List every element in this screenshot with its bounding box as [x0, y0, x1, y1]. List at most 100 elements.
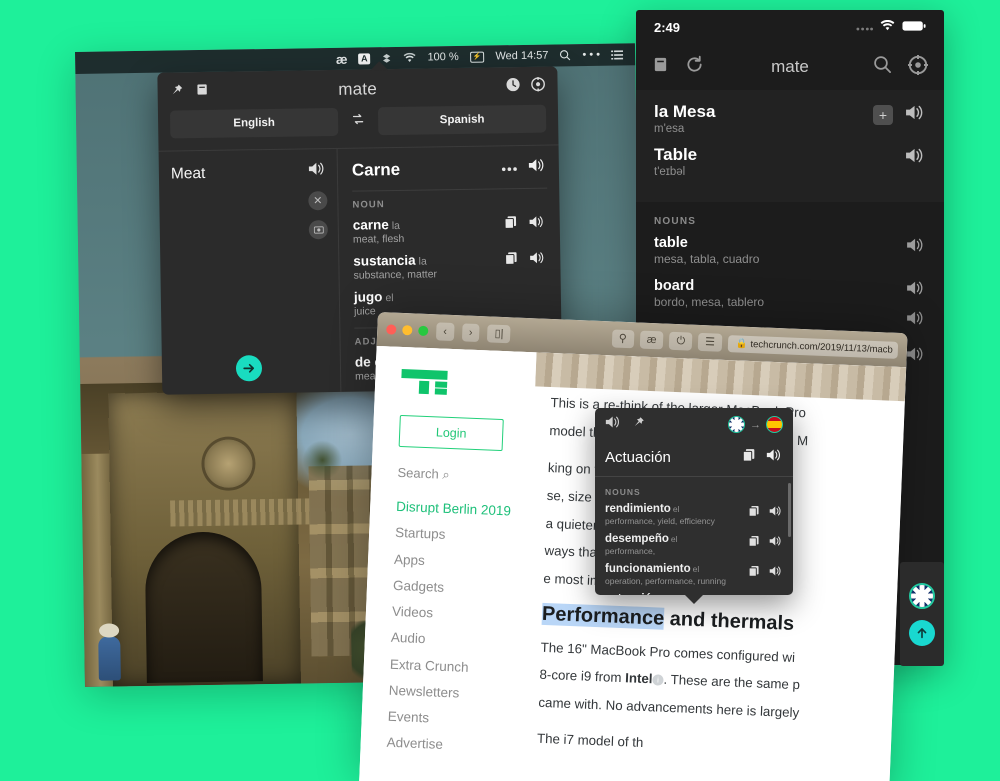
speaker-icon[interactable]	[529, 215, 546, 234]
copy-icon[interactable]	[504, 251, 518, 270]
control-center-icon[interactable]: • • •	[582, 49, 600, 61]
translation-entry[interactable]: sustanciala substance, matter	[353, 251, 548, 282]
traffic-lights[interactable]	[386, 324, 428, 336]
menubar-clock[interactable]: Wed 14:57	[495, 50, 548, 63]
entry-meanings: mesa, tabla, cuadro	[654, 252, 926, 266]
sidebar-item-advertise[interactable]: Advertise	[386, 734, 521, 757]
popover-entry[interactable]: actuaciónla	[605, 593, 783, 595]
speaker-icon[interactable]	[766, 448, 783, 467]
forward-icon[interactable]: ›	[462, 323, 480, 342]
info-icon[interactable]: i	[652, 675, 663, 686]
spain-flag-icon[interactable]	[766, 416, 783, 433]
login-button[interactable]: Login	[399, 415, 504, 451]
back-icon[interactable]: ‹	[436, 322, 454, 341]
speaker-icon[interactable]	[769, 594, 783, 595]
speaker-icon[interactable]	[905, 147, 926, 169]
sidebar-item-videos[interactable]: Videos	[392, 603, 527, 626]
target-language-button[interactable]: Spanish	[378, 105, 546, 136]
copy-icon[interactable]	[748, 534, 760, 552]
speaker-icon[interactable]	[605, 415, 622, 434]
clock-icon[interactable]	[505, 77, 520, 97]
gear-icon[interactable]	[908, 55, 928, 80]
sidebar-icon[interactable]: ▯|	[487, 324, 511, 343]
swap-languages-icon[interactable]	[348, 111, 368, 131]
sidebar-item-extra-crunch[interactable]: Extra Crunch	[390, 655, 525, 678]
minimize-window-button[interactable]	[402, 325, 412, 335]
uk-flag-icon[interactable]	[909, 583, 935, 609]
zoom-window-button[interactable]	[418, 326, 428, 336]
selected-text[interactable]: Performance	[542, 602, 665, 629]
copy-icon[interactable]	[504, 215, 518, 234]
mobile-entry[interactable]: board bordo, mesa, tablero	[654, 278, 926, 309]
copy-icon[interactable]	[742, 448, 756, 467]
search-icon[interactable]	[873, 55, 892, 79]
speaker-icon[interactable]	[769, 534, 783, 552]
mobile-word-row[interactable]: Table t'eɪbəl	[654, 145, 926, 178]
more-dots-icon[interactable]	[501, 159, 518, 177]
sidebar-item-startups[interactable]: Startups	[395, 524, 530, 547]
keyboard-layout-icon[interactable]: A	[358, 53, 371, 64]
scrollbar-thumb[interactable]	[788, 483, 791, 537]
arrow-up-icon[interactable]	[909, 620, 935, 646]
mobile-word-row[interactable]: la Mesa m'esa +	[654, 102, 926, 135]
sidebar-item-apps[interactable]: Apps	[394, 550, 529, 573]
close-icon[interactable]: ✕	[308, 191, 327, 210]
speaker-icon[interactable]	[528, 158, 547, 178]
pos-label-nouns: NOUNS	[654, 216, 926, 227]
copy-icon[interactable]	[748, 504, 760, 522]
close-window-button[interactable]	[386, 324, 396, 334]
wifi-icon	[880, 20, 895, 35]
battery-icon[interactable]: ⚡	[470, 51, 485, 62]
copy-icon[interactable]	[748, 564, 760, 582]
ae-icon[interactable]: æ	[336, 51, 347, 66]
power-icon[interactable]: ⏻	[669, 332, 692, 351]
sidebar-item-disrupt-berlin[interactable]: Disrupt Berlin 2019	[396, 498, 531, 521]
popover-entry[interactable]: funcionamientoel operation, performance,…	[605, 563, 783, 586]
popover-entry[interactable]: desempeñoel performance,	[605, 533, 783, 556]
speaker-icon[interactable]	[769, 504, 783, 522]
search-icon[interactable]: ⌕	[442, 467, 450, 482]
wifi-icon[interactable]	[403, 52, 416, 63]
mate-safari-extension-popover: → Actuación NOUNS rendimientoel performa…	[595, 408, 793, 595]
translation-entry[interactable]: carnela meat, flesh	[353, 215, 548, 246]
refresh-icon[interactable]	[685, 55, 704, 79]
address-bar[interactable]: 🔒 techcrunch.com/2019/11/13/macb	[728, 335, 899, 359]
speaker-icon[interactable]	[769, 564, 783, 582]
mobile-entry[interactable]: table mesa, tabla, cuadro	[654, 235, 926, 266]
speaker-icon[interactable]	[905, 104, 926, 126]
techcrunch-logo[interactable]	[401, 369, 464, 395]
reader-icon[interactable]: ☰	[698, 333, 723, 352]
sidebar-item-gadgets[interactable]: Gadgets	[393, 577, 528, 600]
search-link[interactable]: Search ⌕	[397, 465, 532, 486]
uk-flag-icon[interactable]	[728, 416, 745, 433]
camera-icon[interactable]	[309, 220, 328, 239]
sidebar-item-events[interactable]: Events	[387, 708, 522, 731]
gear-icon[interactable]	[530, 77, 545, 97]
copy-icon[interactable]	[748, 594, 760, 595]
source-language-button[interactable]: English	[170, 108, 338, 139]
pin-icon[interactable]	[632, 416, 645, 434]
speaker-icon[interactable]	[906, 346, 926, 367]
sidebar-item-newsletters[interactable]: Newsletters	[388, 682, 523, 705]
speaker-icon[interactable]	[906, 310, 926, 331]
notification-center-icon[interactable]	[611, 49, 623, 60]
ae-icon[interactable]: æ	[639, 331, 663, 350]
popover-definitions[interactable]: NOUNS rendimientoel performance, yield, …	[595, 477, 793, 595]
speaker-icon[interactable]	[906, 237, 926, 258]
speaker-icon[interactable]	[529, 251, 546, 270]
speaker-icon[interactable]	[906, 280, 926, 301]
pin-icon[interactable]: ⚲	[611, 329, 634, 348]
book-icon[interactable]	[652, 56, 669, 78]
pin-icon[interactable]	[169, 83, 183, 102]
plus-icon[interactable]: +	[873, 105, 893, 125]
translated-word: Carne	[352, 160, 400, 181]
book-icon[interactable]	[196, 83, 209, 101]
translate-arrow-button[interactable]	[236, 355, 262, 381]
spotlight-search-icon[interactable]	[559, 49, 571, 61]
source-text: Meat	[171, 163, 325, 183]
intel-link[interactable]: Intel	[625, 670, 653, 686]
source-text-panel[interactable]: Meat ✕	[159, 149, 342, 395]
popover-entry[interactable]: rendimientoel performance, yield, effici…	[605, 503, 783, 526]
speaker-icon[interactable]	[308, 161, 327, 181]
sidebar-item-audio[interactable]: Audio	[391, 629, 526, 652]
